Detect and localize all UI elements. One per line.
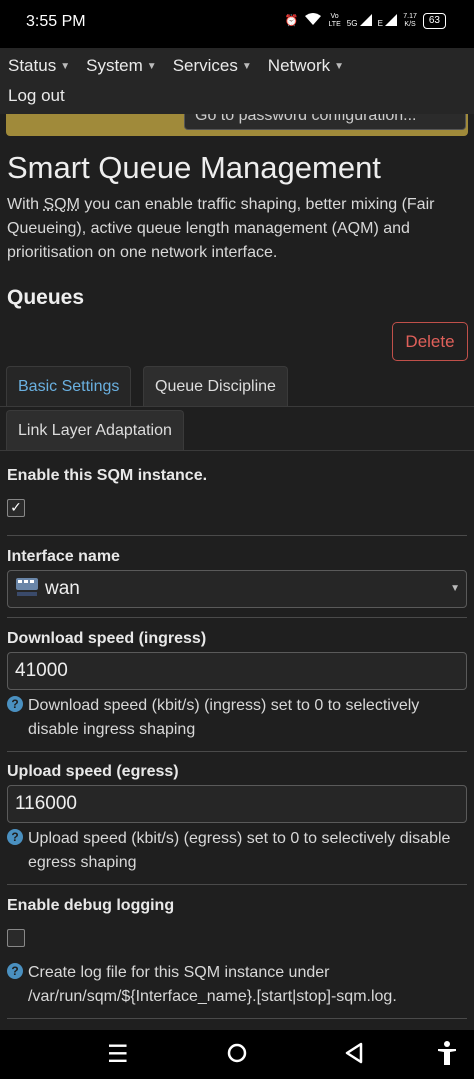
divider bbox=[7, 617, 467, 618]
divider bbox=[7, 535, 467, 536]
caret-down-icon: ▼ bbox=[334, 61, 345, 72]
network-interface-icon bbox=[15, 575, 39, 597]
debug-label: Enable debug logging bbox=[7, 897, 175, 914]
delete-button[interactable]: Delete bbox=[392, 322, 468, 361]
recent-apps-icon[interactable]: ☰ bbox=[107, 1040, 129, 1069]
caret-down-icon: ▼ bbox=[450, 583, 460, 594]
tab-divider bbox=[0, 406, 474, 407]
debug-hint: ? Create log file for this SQM instance … bbox=[7, 961, 467, 1009]
tab-queue-discipline[interactable]: Queue Discipline bbox=[143, 366, 288, 406]
tab-link-layer-adaptation[interactable]: Link Layer Adaptation bbox=[6, 410, 184, 450]
debug-checkbox[interactable] bbox=[7, 929, 25, 947]
nav-menu: Status ▼ System ▼ Services ▼ Network ▼ bbox=[8, 56, 344, 76]
enable-label: Enable this SQM instance. bbox=[7, 467, 208, 484]
enable-checkbox[interactable]: ✓ bbox=[7, 499, 25, 517]
upload-speed-input[interactable]: 116000 bbox=[7, 785, 467, 823]
nav-services[interactable]: Services ▼ bbox=[173, 56, 252, 76]
battery-icon: 63 bbox=[422, 12, 446, 29]
signal-e-icon: E bbox=[377, 13, 398, 28]
checkmark-icon: ✓ bbox=[10, 499, 22, 515]
interface-select[interactable]: wan ▼ bbox=[7, 570, 467, 608]
upload-hint-text: Upload speed (kbit/s) (egress) set to 0 … bbox=[28, 830, 451, 871]
desc-text-pre: With bbox=[7, 196, 44, 213]
download-hint-text: Download speed (kbit/s) (ingress) set to… bbox=[28, 697, 420, 738]
nav-system-label: System bbox=[86, 56, 143, 75]
download-label: Download speed (ingress) bbox=[7, 630, 207, 647]
debug-hint-text: Create log file for this SQM instance un… bbox=[28, 964, 397, 1005]
help-icon: ? bbox=[7, 963, 23, 979]
volte-indicator: Vo LTE bbox=[328, 12, 341, 28]
page-title: Smart Queue Management bbox=[7, 150, 381, 185]
nav-system[interactable]: System ▼ bbox=[86, 56, 157, 76]
accessibility-icon[interactable] bbox=[436, 1040, 458, 1073]
caret-down-icon: ▼ bbox=[146, 61, 157, 72]
wifi-icon bbox=[304, 12, 322, 29]
battery-level: 63 bbox=[428, 14, 440, 26]
android-status-bar: 3:55 PM ⏰ Vo LTE 5G E 7.17 K/S 63 bbox=[0, 0, 474, 48]
nav-status[interactable]: Status ▼ bbox=[8, 56, 70, 76]
alarm-icon: ⏰ bbox=[284, 15, 299, 27]
speed-value: 7.17 bbox=[403, 12, 417, 20]
divider bbox=[7, 751, 467, 752]
network-e-label: E bbox=[377, 18, 384, 28]
network-5g-label: 5G bbox=[346, 18, 358, 28]
top-nav: Status ▼ System ▼ Services ▼ Network ▼ Log o… bbox=[0, 48, 474, 114]
password-config-button[interactable]: Go to password configuration... bbox=[184, 114, 466, 130]
status-icons: ⏰ Vo LTE 5G E 7.17 K/S 63 bbox=[285, 12, 446, 29]
signal-5g-icon: 5G bbox=[346, 13, 372, 28]
android-nav-bar: ☰ bbox=[0, 1030, 474, 1079]
speed-unit: K/S bbox=[404, 20, 416, 28]
divider bbox=[7, 884, 467, 885]
upload-label: Upload speed (egress) bbox=[7, 763, 179, 780]
nav-network-label: Network bbox=[267, 56, 331, 75]
page-description: With SQM you can enable traffic shaping,… bbox=[7, 193, 469, 265]
password-warning-banner: Go to password configuration... bbox=[6, 114, 468, 136]
divider bbox=[7, 1018, 467, 1019]
nav-services-label: Services bbox=[172, 56, 238, 75]
caret-down-icon: ▼ bbox=[60, 61, 71, 72]
caret-down-icon: ▼ bbox=[241, 61, 252, 72]
section-title: Queues bbox=[7, 286, 85, 309]
tab-divider bbox=[0, 450, 474, 451]
interface-value: wan bbox=[45, 578, 80, 599]
back-icon[interactable] bbox=[344, 1042, 364, 1071]
upload-hint: ? Upload speed (kbit/s) (egress) set to … bbox=[7, 827, 467, 875]
nav-network[interactable]: Network ▼ bbox=[268, 56, 344, 76]
nav-status-label: Status bbox=[8, 56, 57, 75]
download-speed-input[interactable]: 41000 bbox=[7, 652, 467, 690]
clock: 3:55 PM bbox=[26, 13, 86, 30]
network-speed: 7.17 K/S bbox=[403, 13, 417, 29]
tab-basic-settings[interactable]: Basic Settings bbox=[6, 366, 132, 406]
home-icon[interactable] bbox=[226, 1042, 248, 1071]
interface-label: Interface name bbox=[7, 548, 120, 565]
help-icon: ? bbox=[7, 829, 23, 845]
download-hint: ? Download speed (kbit/s) (ingress) set … bbox=[7, 694, 467, 742]
help-icon: ? bbox=[7, 696, 23, 712]
sqm-abbr: SQM bbox=[43, 196, 80, 213]
logout-link[interactable]: Log out bbox=[8, 86, 65, 106]
